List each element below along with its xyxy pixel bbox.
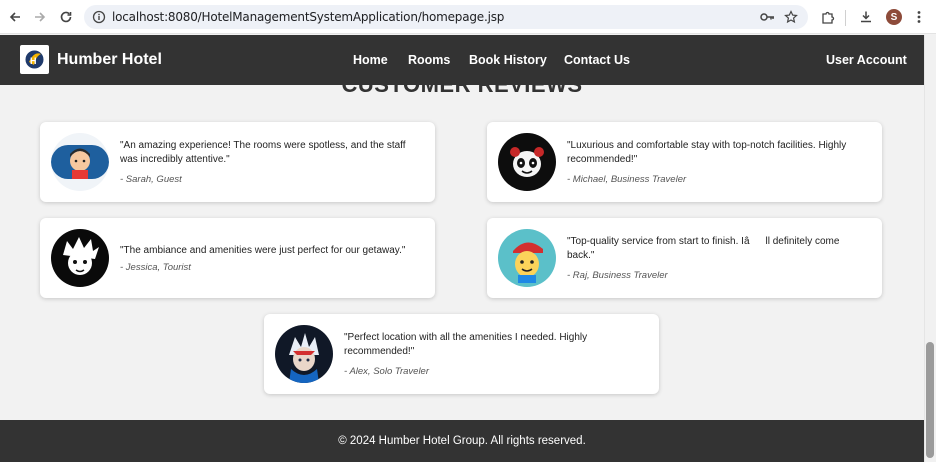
review-card: "Luxurious and comfortable stay with top… [487, 122, 882, 202]
cartoon-boy-avatar-icon [51, 133, 109, 191]
brand-name[interactable]: Humber Hotel [57, 51, 162, 69]
scrollbar-thumb[interactable] [926, 342, 934, 458]
anime-character-avatar-icon [51, 229, 109, 287]
site-footer: © 2024 Humber Hotel Group. All rights re… [0, 420, 924, 462]
forward-arrow-icon[interactable] [30, 7, 50, 27]
address-bar[interactable]: localhost:8080/HotelManagementSystemAppl… [84, 5, 808, 29]
review-quote: "The ambiance and amenities were just pe… [120, 245, 406, 256]
extensions-puzzle-icon[interactable] [819, 8, 837, 26]
review-quote: "An amazing experience! The rooms were s… [120, 140, 406, 165]
review-author: - Jessica, Tourist [120, 262, 191, 273]
reviews-section: "An amazing experience! The rooms were s… [0, 85, 924, 420]
copyright-text: © 2024 Humber Hotel Group. All rights re… [338, 435, 586, 447]
kebab-menu-icon[interactable] [910, 8, 928, 26]
review-card: "An amazing experience! The rooms were s… [40, 122, 435, 202]
profile-avatar[interactable]: S [886, 9, 902, 25]
review-card: "Top-quality service from start to finis… [487, 218, 882, 298]
browser-toolbar: localhost:8080/HotelManagementSystemAppl… [0, 0, 936, 34]
nav-rooms[interactable]: Rooms [408, 53, 450, 67]
review-author: - Sarah, Guest [120, 174, 182, 185]
back-arrow-icon[interactable] [5, 7, 25, 27]
reload-icon[interactable] [56, 7, 76, 27]
site-header: H Humber Hotel Home Rooms Book History C… [0, 35, 924, 85]
cartoon-kid-avatar-icon [498, 229, 556, 287]
nav-book-history[interactable]: Book History [469, 53, 547, 67]
review-author: - Raj, Business Traveler [567, 270, 668, 281]
nav-user-account[interactable]: User Account [826, 53, 907, 67]
review-card: "Perfect location with all the amenities… [264, 314, 659, 394]
url-text: localhost:8080/HotelManagementSystemAppl… [112, 10, 505, 24]
site-info-icon[interactable] [92, 10, 106, 24]
svg-text:H: H [30, 56, 37, 66]
review-quote: "Luxurious and comfortable stay with top… [567, 140, 847, 165]
anime-warrior-avatar-icon [275, 325, 333, 383]
download-icon[interactable] [857, 8, 875, 26]
review-quote: "Top-quality service from start to finis… [567, 236, 840, 261]
panda-mascot-avatar-icon [498, 133, 556, 191]
review-quote: "Perfect location with all the amenities… [344, 332, 588, 357]
hotel-logo-icon[interactable]: H [20, 45, 49, 74]
nav-contact-us[interactable]: Contact Us [564, 53, 630, 67]
bookmark-star-icon[interactable] [782, 8, 800, 26]
password-key-icon[interactable] [758, 8, 776, 26]
toolbar-divider [845, 10, 846, 26]
review-author: - Michael, Business Traveler [567, 174, 687, 185]
review-card: "The ambiance and amenities were just pe… [40, 218, 435, 298]
nav-home[interactable]: Home [353, 53, 388, 67]
review-author: - Alex, Solo Traveler [344, 366, 429, 377]
